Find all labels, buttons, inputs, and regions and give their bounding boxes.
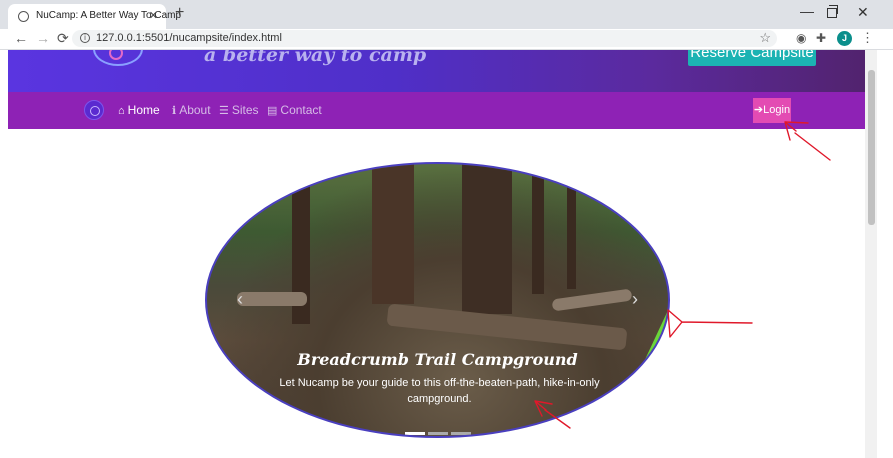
nav-contact[interactable]: ▤ Contact [267,103,322,117]
tagline: a better way to camp [204,50,427,66]
carousel-indicators [405,422,474,436]
browser-tab-strip: NuCamp: A Better Way To Camp ✕ + — ✕ [0,0,893,29]
nav-sites-label: Sites [231,103,259,117]
site-navbar: ⌂ Home ℹ About ☰ Sites ▤ Contact ➔Login [8,92,865,129]
scrollbar-thumb[interactable] [868,70,875,225]
tree-trunk [462,164,512,314]
carousel-prev-icon[interactable]: ‹ [237,289,243,310]
carousel-next-icon[interactable]: › [632,289,638,310]
sign-in-icon: ➔ [753,104,764,116]
url-text: 127.0.0.1:5501/nucampsite/index.html [96,32,282,44]
extensions-icon[interactable]: ✚ [816,31,826,45]
carousel-indicator[interactable] [405,432,425,435]
login-label: Login [763,104,791,116]
carousel-indicator[interactable] [428,432,448,435]
page-scrollbar[interactable] [865,50,877,458]
nav-contact-label: Contact [280,103,322,117]
url-input[interactable]: i 127.0.0.1:5501/nucampsite/index.html ☆ [72,30,777,47]
nav-home-label: Home [127,103,160,117]
close-window-button[interactable]: ✕ [857,4,869,21]
nav-sites[interactable]: ☰ Sites [219,103,259,117]
back-button[interactable]: ← [14,30,28,46]
browser-tab[interactable]: NuCamp: A Better Way To Camp ✕ [8,4,181,29]
carousel-indicator[interactable] [451,432,471,435]
bookmark-star-icon[interactable]: ☆ [759,30,771,46]
reserve-campsite-button[interactable]: Reserve Campsite [688,50,816,66]
fallen-log [237,292,307,306]
tab-title: NuCamp: A Better Way To Camp [36,10,182,21]
camera-icon[interactable]: ◉ [796,31,806,45]
reload-button[interactable]: ⟳ [57,30,69,47]
browser-menu-icon[interactable]: ⋮ [861,30,874,46]
tree-trunk [532,164,544,294]
carousel-caption-title: Breadcrumb Trail Campground [297,350,578,369]
jumbotron: a better way to camp Reserve Campsite [8,50,865,92]
restore-button[interactable] [827,5,838,18]
tree-trunk [372,164,414,304]
site-info-icon[interactable]: i [80,33,90,43]
home-icon: ⌂ [118,105,125,117]
image-carousel: ‹ › Breadcrumb Trail Campground Let Nuca… [205,162,670,438]
minimize-button[interactable]: — [800,3,814,19]
green-tarp [608,302,668,436]
list-icon: ☰ [219,105,229,117]
tree-trunk [567,164,576,289]
new-tab-button[interactable]: + [175,4,184,22]
nav-about-label: About [179,103,211,117]
globe-icon [18,11,29,22]
address-card-icon: ▤ [267,105,278,117]
navbar-logo[interactable] [84,100,104,120]
login-button[interactable]: ➔Login [753,98,791,123]
annotation-arrow-right [667,309,753,338]
address-bar: ← → ⟳ i 127.0.0.1:5501/nucampsite/index.… [0,29,893,50]
carousel-caption-text: Let Nucamp be your guide to this off-the… [279,377,600,405]
nav-about[interactable]: ℹ About [172,103,211,117]
tab-close-icon[interactable]: ✕ [149,9,158,22]
profile-avatar[interactable]: J [837,31,852,46]
logo [93,50,143,66]
fallen-log [551,288,633,312]
forward-button[interactable]: → [36,30,50,46]
info-icon: ℹ [172,105,177,117]
nav-home[interactable]: ⌂ Home [118,103,160,117]
